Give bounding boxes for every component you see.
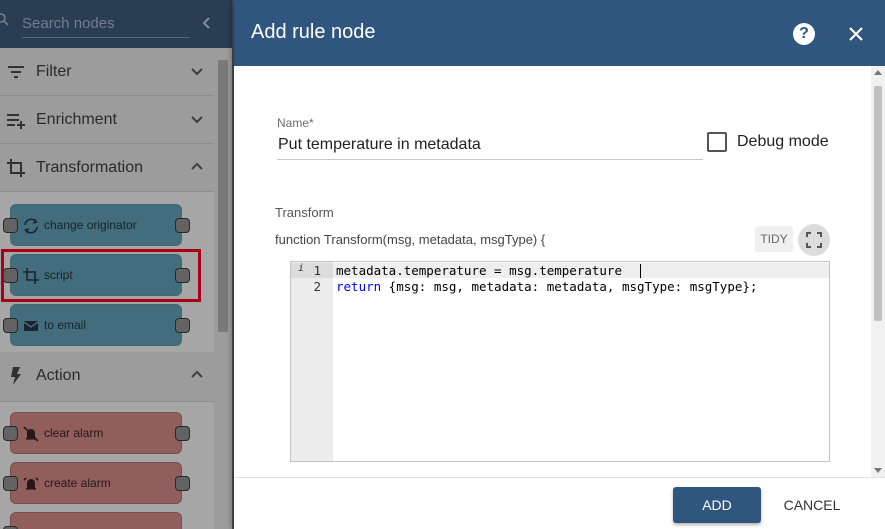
transform-label: Transform: [275, 205, 334, 220]
cancel-button[interactable]: CANCEL: [775, 487, 849, 523]
scroll-down-icon[interactable]: [874, 468, 882, 473]
dialog-header: Add rule node ?: [234, 0, 885, 66]
code-keyword: return: [336, 279, 382, 294]
debug-mode-label[interactable]: Debug mode: [737, 133, 829, 151]
code-line[interactable]: return {msg: msg, metadata: metadata, ms…: [336, 279, 757, 294]
name-field-label: Name*: [277, 116, 314, 130]
dialog-scrollbar[interactable]: [871, 66, 885, 477]
code-text: {msg: msg, metadata: metadata, msgType: …: [381, 279, 758, 294]
debug-mode-checkbox[interactable]: [707, 132, 727, 152]
code-line[interactable]: metadata.temperature = msg.temperature: [336, 263, 622, 278]
fullscreen-button[interactable]: [798, 224, 830, 256]
code-editor[interactable]: i 1 2 metadata.temperature = msg.tempera…: [290, 261, 830, 462]
scrollbar-thumb[interactable]: [874, 86, 882, 321]
fullscreen-icon: [806, 232, 822, 248]
close-icon[interactable]: [847, 25, 865, 43]
required-mark: *: [309, 116, 314, 130]
add-rule-node-dialog: Add rule node ? Name* Put temperature in…: [234, 0, 885, 529]
tidy-button[interactable]: TIDY: [755, 226, 793, 252]
name-input-underline: [277, 159, 703, 160]
text-cursor: [640, 264, 641, 278]
scroll-up-icon[interactable]: [874, 70, 882, 75]
dialog-title: Add rule node: [251, 21, 376, 43]
function-signature: function Transform(msg, metadata, msgTyp…: [275, 232, 546, 247]
dialog-content: Name* Put temperature in metadata Debug …: [234, 66, 871, 477]
name-input[interactable]: Put temperature in metadata: [278, 136, 481, 154]
dialog-footer: ADD CANCEL: [234, 477, 885, 529]
line-number: 2: [313, 279, 321, 294]
name-label-text: Name: [277, 116, 310, 130]
help-icon[interactable]: ?: [793, 23, 815, 45]
add-button[interactable]: ADD: [673, 487, 761, 523]
line-number: 1: [313, 263, 321, 278]
